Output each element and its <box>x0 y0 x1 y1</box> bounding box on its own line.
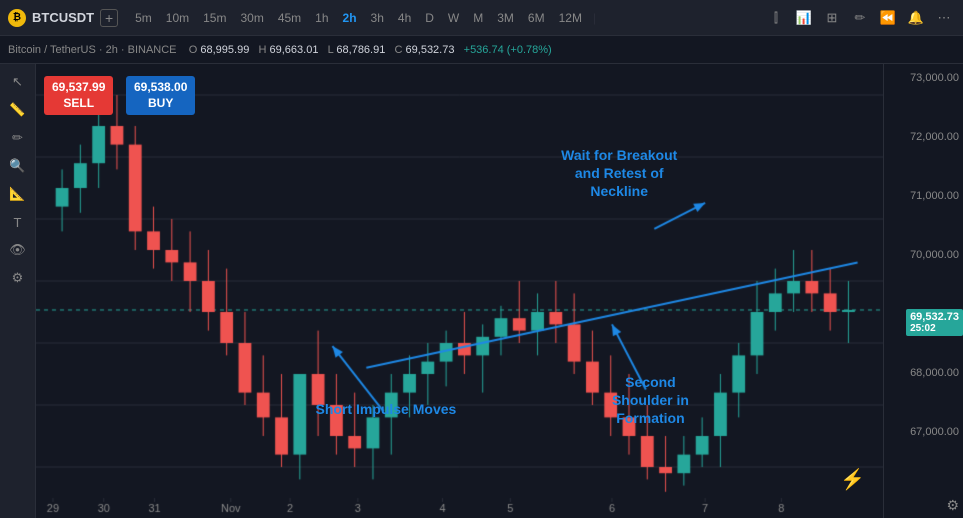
cursor-tool[interactable]: ↖ <box>6 70 30 94</box>
tf-4h[interactable]: 4h <box>393 9 416 27</box>
symbol-name[interactable]: BTCUSDT <box>32 10 94 25</box>
tf-6M[interactable]: 6M <box>523 9 550 27</box>
low-price: 68,786.91 <box>336 44 385 56</box>
open-price: 68,995.99 <box>200 44 249 56</box>
price-68k: 68,000.00 <box>910 367 959 379</box>
flash-icon[interactable]: ⚡ <box>840 467 865 492</box>
top-bar: ₿ BTCUSDT + 5m 10m 15m 30m 45m 1h 2h 3h … <box>0 0 963 36</box>
eye-tool[interactable]: 👁 <box>6 238 30 262</box>
current-price-value: 69,532.73 <box>910 311 959 323</box>
current-price-label: 69,532.73 25:02 <box>906 309 963 336</box>
tf-15m[interactable]: 15m <box>198 9 231 27</box>
toolbar-icons: ⫿ 📊 ⊞ ✏ ⏪ 🔔 ⋯ <box>765 7 955 29</box>
settings-tool[interactable]: ⚙ <box>6 266 30 290</box>
price-change: +536.74 (+0.78%) <box>464 44 552 56</box>
indicators-icon[interactable]: ⫿ <box>765 7 787 29</box>
tf-W[interactable]: W <box>443 9 464 27</box>
price-axis: 73,000.00 72,000.00 71,000.00 70,000.00 … <box>883 64 963 518</box>
symbol-info: ₿ BTCUSDT + <box>8 9 118 27</box>
pencil-tool[interactable]: ✏ <box>6 126 30 150</box>
tf-30m[interactable]: 30m <box>235 9 268 27</box>
separator: | <box>593 11 596 25</box>
buy-label: BUY <box>148 96 173 110</box>
btc-icon: ₿ <box>8 9 26 27</box>
chart-type-icon[interactable]: 📊 <box>793 7 815 29</box>
sell-badge: 69,537.99 SELL <box>44 76 113 115</box>
low-label: L <box>328 44 334 56</box>
zoom-tool[interactable]: 🔍 <box>6 154 30 178</box>
high-price: 69,663.01 <box>270 44 319 56</box>
tf-D[interactable]: D <box>420 9 439 27</box>
sell-label: SELL <box>63 96 94 110</box>
tf-M[interactable]: M <box>468 9 488 27</box>
tf-3h[interactable]: 3h <box>366 9 389 27</box>
price-67k: 67,000.00 <box>910 426 959 438</box>
text-tool[interactable]: T <box>6 210 30 234</box>
tf-12M[interactable]: 12M <box>554 9 587 27</box>
left-toolbar: ↖ 📏 ✏ 🔍 📐 T 👁 ⚙ <box>0 64 36 518</box>
tf-3M[interactable]: 3M <box>492 9 519 27</box>
binance-label: Bitcoin / TetherUS · 2h · BINANCE <box>8 44 177 56</box>
price-73k: 73,000.00 <box>910 72 959 84</box>
alerts-icon[interactable]: 🔔 <box>905 7 927 29</box>
drawing-tools-icon[interactable]: ✏ <box>849 7 871 29</box>
sell-price: 69,537.99 <box>52 80 105 94</box>
tf-10m[interactable]: 10m <box>161 9 194 27</box>
close-price: 69,532.73 <box>406 44 455 56</box>
tf-45m[interactable]: 45m <box>273 9 306 27</box>
price-71k: 71,000.00 <box>910 190 959 202</box>
replay-icon[interactable]: ⏪ <box>877 7 899 29</box>
price-axis-settings-icon[interactable]: ⚙ <box>946 497 959 514</box>
more-icon[interactable]: ⋯ <box>933 7 955 29</box>
chart-container: ↖ 📏 ✏ 🔍 📐 T 👁 ⚙ 69,537.99 SELL 69,538.00… <box>0 64 963 518</box>
high-label: H <box>259 44 267 56</box>
chart-main: 69,537.99 SELL 69,538.00 BUY Wait for Br… <box>36 64 883 518</box>
close-label: C <box>395 44 403 56</box>
price-72k: 72,000.00 <box>910 131 959 143</box>
buy-price: 69,538.00 <box>134 80 187 94</box>
measure-tool[interactable]: 📐 <box>6 182 30 206</box>
tf-5m[interactable]: 5m <box>130 9 157 27</box>
add-symbol-button[interactable]: + <box>100 9 118 27</box>
candlestick-chart[interactable] <box>36 64 883 518</box>
open-label: O <box>189 44 198 56</box>
tf-1h[interactable]: 1h <box>310 9 333 27</box>
subtitle-bar: Bitcoin / TetherUS · 2h · BINANCE O 68,9… <box>0 36 963 64</box>
price-70k: 70,000.00 <box>910 249 959 261</box>
current-price-time: 25:02 <box>910 323 959 334</box>
layout-icon[interactable]: ⊞ <box>821 7 843 29</box>
tf-2h[interactable]: 2h <box>338 9 362 27</box>
ruler-tool[interactable]: 📏 <box>6 98 30 122</box>
buy-badge: 69,538.00 BUY <box>126 76 195 115</box>
chart-subtitle: Bitcoin / TetherUS · 2h · BINANCE O 68,9… <box>8 44 552 56</box>
